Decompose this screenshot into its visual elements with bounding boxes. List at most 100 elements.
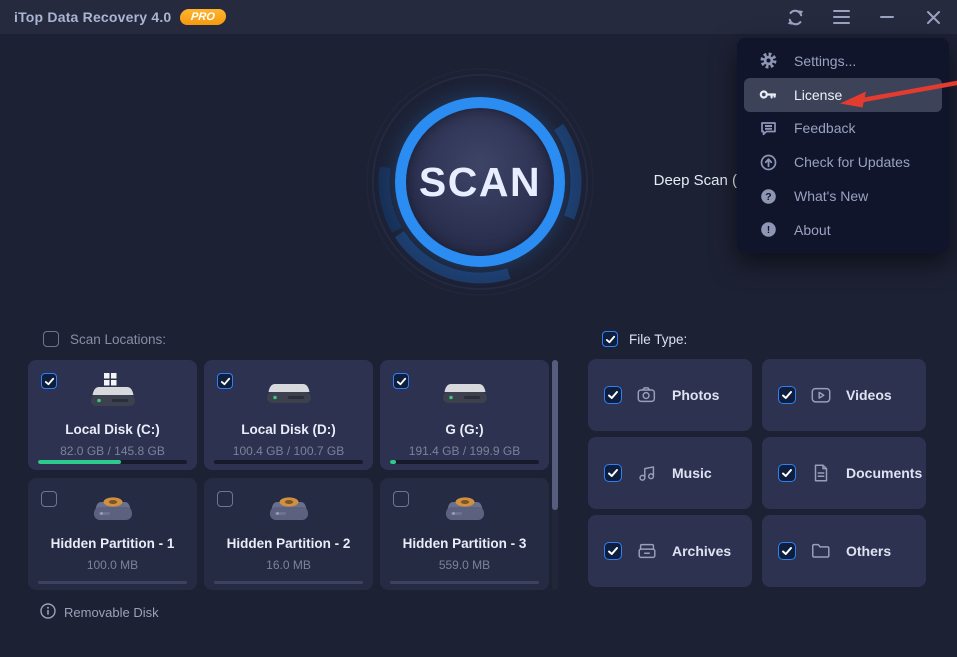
disk-name: G (G:) xyxy=(384,422,545,437)
file-type-card-others[interactable]: Others xyxy=(762,515,926,587)
file-type-checkbox[interactable] xyxy=(602,331,618,347)
file-type-item-label: Photos xyxy=(672,387,719,403)
menu-item-check-updates[interactable]: Check for Updates xyxy=(744,145,942,179)
refresh-icon[interactable] xyxy=(785,7,805,27)
menu-icon[interactable] xyxy=(831,7,851,27)
scan-button-label: SCAN xyxy=(419,159,541,206)
videos-icon xyxy=(809,384,833,406)
menu-item-label: Feedback xyxy=(794,120,855,136)
app-menu-dropdown: Settings... License Feedback xyxy=(737,38,949,253)
scan-locations-label: Scan Locations: xyxy=(70,332,166,347)
file-type-item-checkbox[interactable] xyxy=(604,464,622,482)
deep-scan-label[interactable]: Deep Scan ( xyxy=(654,172,737,189)
close-icon[interactable] xyxy=(923,7,943,27)
disk-capacity: 100.4 GB / 100.7 GB xyxy=(208,444,369,458)
app-window: iTop Data Recovery 4.0 PRO xyxy=(0,0,957,657)
menu-item-label: What's New xyxy=(794,188,868,204)
disk-capacity: 82.0 GB / 145.8 GB xyxy=(32,444,193,458)
disk-name: Local Disk (D:) xyxy=(208,422,369,437)
archives-icon xyxy=(635,540,659,562)
disk-icon xyxy=(204,380,373,408)
file-type-card-documents[interactable]: Documents xyxy=(762,437,926,509)
disk-usage-bar xyxy=(38,581,187,584)
disk-name: Hidden Partition - 1 xyxy=(32,536,193,551)
disk-name: Hidden Partition - 3 xyxy=(384,536,545,551)
update-icon xyxy=(759,154,777,171)
scan-button-area: SCAN xyxy=(365,67,595,297)
disk-card-local-c[interactable]: Local Disk (C:) 82.0 GB / 145.8 GB xyxy=(28,360,197,470)
disk-card-g[interactable]: G (G:) 191.4 GB / 199.9 GB xyxy=(380,360,549,470)
menu-item-label: License xyxy=(794,87,842,103)
svg-text:?: ? xyxy=(765,191,771,203)
svg-text:!: ! xyxy=(766,225,770,237)
menu-item-whats-new[interactable]: ? What's New xyxy=(744,179,942,213)
disk-capacity: 100.0 MB xyxy=(32,558,193,572)
file-type-item-checkbox[interactable] xyxy=(604,386,622,404)
file-type-item-label: Archives xyxy=(672,543,731,559)
menu-item-settings[interactable]: Settings... xyxy=(744,44,942,78)
disk-card-hidden-1[interactable]: Hidden Partition - 1 100.0 MB xyxy=(28,478,197,590)
disk-capacity: 16.0 MB xyxy=(208,558,369,572)
feedback-icon xyxy=(759,120,777,137)
file-type-card-photos[interactable]: Photos xyxy=(588,359,752,431)
disk-usage-bar xyxy=(390,460,539,464)
disk-name: Hidden Partition - 2 xyxy=(208,536,369,551)
disk-card-hidden-2[interactable]: Hidden Partition - 2 16.0 MB xyxy=(204,478,373,590)
photos-icon xyxy=(635,384,659,406)
menu-item-license[interactable]: License xyxy=(744,78,942,112)
file-type-item-checkbox[interactable] xyxy=(604,542,622,560)
gear-icon xyxy=(759,52,777,69)
scan-locations-checkbox[interactable] xyxy=(43,331,59,347)
removable-disk-note: Removable Disk xyxy=(40,603,159,622)
others-icon xyxy=(809,540,833,562)
file-type-card-music[interactable]: Music xyxy=(588,437,752,509)
disk-list-scrollbar[interactable] xyxy=(552,360,558,590)
file-type-item-label: Music xyxy=(672,465,712,481)
hidden-partition-icon xyxy=(380,494,549,521)
menu-item-feedback[interactable]: Feedback xyxy=(744,112,942,146)
disk-usage-bar xyxy=(214,581,363,584)
file-type-card-videos[interactable]: Videos xyxy=(762,359,926,431)
file-type-item-label: Documents xyxy=(846,465,922,481)
file-type-header: File Type: xyxy=(602,331,687,347)
disk-grid: Local Disk (C:) 82.0 GB / 145.8 GB Local… xyxy=(28,360,549,590)
hidden-partition-icon xyxy=(204,494,373,521)
disk-name: Local Disk (C:) xyxy=(32,422,193,437)
titlebar: iTop Data Recovery 4.0 PRO xyxy=(0,0,957,34)
disk-capacity: 559.0 MB xyxy=(384,558,545,572)
file-type-item-label: Others xyxy=(846,543,891,559)
info-icon xyxy=(40,603,56,622)
whats-new-icon: ? xyxy=(759,188,777,205)
disk-card-hidden-3[interactable]: Hidden Partition - 3 559.0 MB xyxy=(380,478,549,590)
file-type-item-label: Videos xyxy=(846,387,892,403)
scan-button[interactable]: SCAN xyxy=(395,97,565,267)
file-type-item-checkbox[interactable] xyxy=(778,464,796,482)
key-icon xyxy=(759,86,777,103)
documents-icon xyxy=(809,462,833,484)
file-type-item-checkbox[interactable] xyxy=(778,542,796,560)
music-icon xyxy=(635,462,659,484)
disk-icon xyxy=(380,380,549,408)
file-type-grid: Photos Videos xyxy=(588,359,926,587)
disk-usage-bar xyxy=(390,581,539,584)
file-type-label: File Type: xyxy=(629,332,687,347)
about-icon: ! xyxy=(759,221,777,238)
menu-item-label: Settings... xyxy=(794,53,856,69)
window-controls xyxy=(785,7,943,27)
hidden-partition-icon xyxy=(28,494,197,521)
disk-capacity: 191.4 GB / 199.9 GB xyxy=(384,444,545,458)
menu-item-label: Check for Updates xyxy=(794,154,910,170)
menu-item-about[interactable]: ! About xyxy=(744,213,942,247)
removable-disk-label: Removable Disk xyxy=(64,605,159,620)
scrollbar-thumb[interactable] xyxy=(552,360,558,510)
app-title: iTop Data Recovery 4.0 xyxy=(14,9,171,25)
windows-disk-icon xyxy=(28,371,197,411)
minimize-icon[interactable] xyxy=(877,7,897,27)
disk-usage-bar xyxy=(214,460,363,464)
disk-card-local-d[interactable]: Local Disk (D:) 100.4 GB / 100.7 GB xyxy=(204,360,373,470)
pro-badge: PRO xyxy=(180,9,228,25)
file-type-item-checkbox[interactable] xyxy=(778,386,796,404)
menu-item-label: About xyxy=(794,222,831,238)
scan-locations-header: Scan Locations: xyxy=(43,331,166,347)
file-type-card-archives[interactable]: Archives xyxy=(588,515,752,587)
